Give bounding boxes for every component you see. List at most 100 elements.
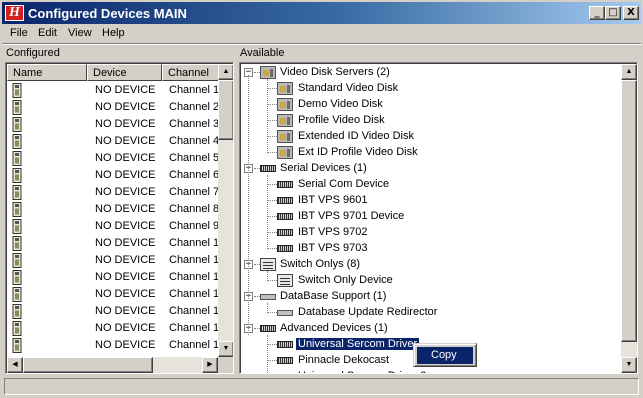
- scroll-thumb[interactable]: [218, 80, 233, 140]
- tree-item[interactable]: Extended ID Video Disk: [240, 129, 620, 145]
- tree-item-label: IBT VPS 9702: [298, 226, 368, 238]
- menu-file[interactable]: File: [10, 26, 28, 40]
- channel-device-icon: [12, 253, 22, 268]
- row-channel: Channel 2: [169, 101, 220, 113]
- tree-scroll-thumb[interactable]: [621, 80, 637, 342]
- video-disk-icon: [277, 98, 293, 111]
- tree-connector: [267, 175, 268, 249]
- menu-edit[interactable]: Edit: [38, 26, 57, 40]
- scroll-right-button[interactable]: ▶: [202, 357, 218, 373]
- configured-row[interactable]: NO DEVICE Channel 4: [7, 133, 220, 150]
- tree-connector: [267, 152, 277, 153]
- tree-group-label: Advanced Devices (1): [280, 322, 388, 334]
- serial-port-icon: [260, 165, 276, 172]
- tree-connector: [267, 79, 268, 153]
- context-menu: Copy: [413, 343, 477, 367]
- serial-port-icon: [277, 357, 293, 364]
- tree-item[interactable]: IBT VPS 9601: [240, 193, 620, 209]
- configured-row[interactable]: NO DEVICE Channel 2: [7, 99, 220, 116]
- tree-vertical-scrollbar[interactable]: ▲ ▼: [621, 64, 637, 373]
- configured-row[interactable]: NO DEVICE Channel 1: [7, 337, 220, 354]
- row-channel: Channel 8: [169, 203, 220, 215]
- tree-scroll-up-button[interactable]: ▲: [621, 64, 637, 80]
- configured-row[interactable]: NO DEVICE Channel 1: [7, 320, 220, 337]
- close-button[interactable]: X: [623, 6, 639, 20]
- tree-item[interactable]: Serial Com Device: [240, 177, 620, 193]
- tree-item-label: Universal Sercom Driver 2: [296, 370, 428, 373]
- tree-item[interactable]: Demo Video Disk: [240, 97, 620, 113]
- tree-item-label: Extended ID Video Disk: [298, 130, 414, 142]
- configured-row[interactable]: NO DEVICE Channel 8: [7, 201, 220, 218]
- tree-group[interactable]: − Serial Devices (1): [240, 161, 620, 177]
- row-channel: Channel 4: [169, 135, 220, 147]
- tree-group[interactable]: − Video Disk Servers (2): [240, 65, 620, 81]
- configured-row[interactable]: NO DEVICE Channel 1: [7, 303, 220, 320]
- channel-device-icon: [12, 134, 22, 149]
- configured-pane-label: Configured: [6, 47, 60, 59]
- database-icon: [260, 294, 276, 300]
- column-header-channel[interactable]: Channel: [162, 64, 220, 81]
- maximize-button[interactable]: □: [605, 6, 621, 20]
- scroll-up-button[interactable]: ▲: [218, 64, 233, 80]
- tree-group-label: Video Disk Servers (2): [280, 66, 390, 78]
- tree-item-label: IBT VPS 9701 Device: [298, 210, 405, 222]
- row-channel: Channel 5: [169, 152, 220, 164]
- tree-item[interactable]: Database Update Redirector: [240, 305, 620, 321]
- configured-row[interactable]: NO DEVICE Channel 1: [7, 269, 220, 286]
- configured-row[interactable]: NO DEVICE Channel 1: [7, 286, 220, 303]
- tree-item[interactable]: Ext ID Profile Video Disk: [240, 145, 620, 161]
- configured-row[interactable]: NO DEVICE Channel 3: [7, 116, 220, 133]
- column-header-name[interactable]: Name: [7, 64, 87, 81]
- row-channel: Channel 1: [169, 84, 220, 96]
- scroll-down-button[interactable]: ▼: [218, 341, 233, 357]
- tree-item-label: Ext ID Profile Video Disk: [298, 146, 418, 158]
- configured-row[interactable]: NO DEVICE Channel 1: [7, 235, 220, 252]
- configured-row[interactable]: NO DEVICE Channel 1: [7, 252, 220, 269]
- scroll-left-button[interactable]: ◀: [7, 357, 23, 373]
- row-device: NO DEVICE: [95, 220, 156, 232]
- serial-port-icon: [277, 181, 293, 188]
- serial-port-icon: [277, 229, 293, 236]
- configured-vertical-scrollbar[interactable]: ▲ ▼: [218, 64, 233, 357]
- channel-device-icon: [12, 100, 22, 115]
- tree-item[interactable]: Universal Sercom Driver 2: [240, 369, 620, 373]
- tree-group[interactable]: − Switch Onlys (8): [240, 257, 620, 273]
- tree-item[interactable]: Profile Video Disk: [240, 113, 620, 129]
- context-menu-copy[interactable]: Copy: [417, 347, 473, 364]
- tree-connector: [267, 120, 277, 121]
- channel-device-icon: [12, 287, 22, 302]
- channel-device-icon: [12, 338, 22, 353]
- horizontal-scroll-thumb[interactable]: [23, 357, 153, 373]
- configured-row[interactable]: NO DEVICE Channel 1: [7, 82, 220, 99]
- video-disk-icon: [260, 66, 276, 79]
- configured-list[interactable]: Name Device Channel NO DEVICE Channel 1 NO…: [5, 62, 234, 374]
- tree-group[interactable]: − Advanced Devices (1): [240, 321, 620, 337]
- configured-row[interactable]: NO DEVICE Channel 9: [7, 218, 220, 235]
- configured-row[interactable]: NO DEVICE Channel 6: [7, 167, 220, 184]
- tree-item[interactable]: IBT VPS 9702: [240, 225, 620, 241]
- channel-device-icon: [12, 219, 22, 234]
- tree-item[interactable]: Standard Video Disk: [240, 81, 620, 97]
- row-device: NO DEVICE: [95, 322, 156, 334]
- tree-item[interactable]: Switch Only Device: [240, 273, 620, 289]
- row-channel: Channel 1: [169, 237, 220, 249]
- column-header-device[interactable]: Device: [87, 64, 162, 81]
- tree-item[interactable]: IBT VPS 9701 Device: [240, 209, 620, 225]
- tree-group-label: Switch Onlys (8): [280, 258, 361, 270]
- tree-scroll-down-button[interactable]: ▼: [621, 357, 637, 373]
- channel-device-icon: [12, 270, 22, 285]
- menu-help[interactable]: Help: [102, 26, 125, 40]
- row-channel: Channel 1: [169, 322, 220, 334]
- menu-view[interactable]: View: [68, 26, 92, 40]
- minimize-button[interactable]: _: [589, 6, 605, 20]
- configured-row[interactable]: NO DEVICE Channel 7: [7, 184, 220, 201]
- configured-row[interactable]: NO DEVICE Channel 5: [7, 150, 220, 167]
- row-device: NO DEVICE: [95, 203, 156, 215]
- tree-item-label: Profile Video Disk: [298, 114, 385, 126]
- tree-group[interactable]: − DataBase Support (1): [240, 289, 620, 305]
- title-bar[interactable]: H Configured Devices MAIN _ □ X: [2, 2, 641, 24]
- tree-connector: [267, 303, 268, 313]
- available-device-tree[interactable]: − Video Disk Servers (2) Standard Video Di…: [239, 62, 638, 374]
- configured-horizontal-scrollbar[interactable]: ◀ ▶: [7, 357, 218, 373]
- tree-item[interactable]: IBT VPS 9703: [240, 241, 620, 257]
